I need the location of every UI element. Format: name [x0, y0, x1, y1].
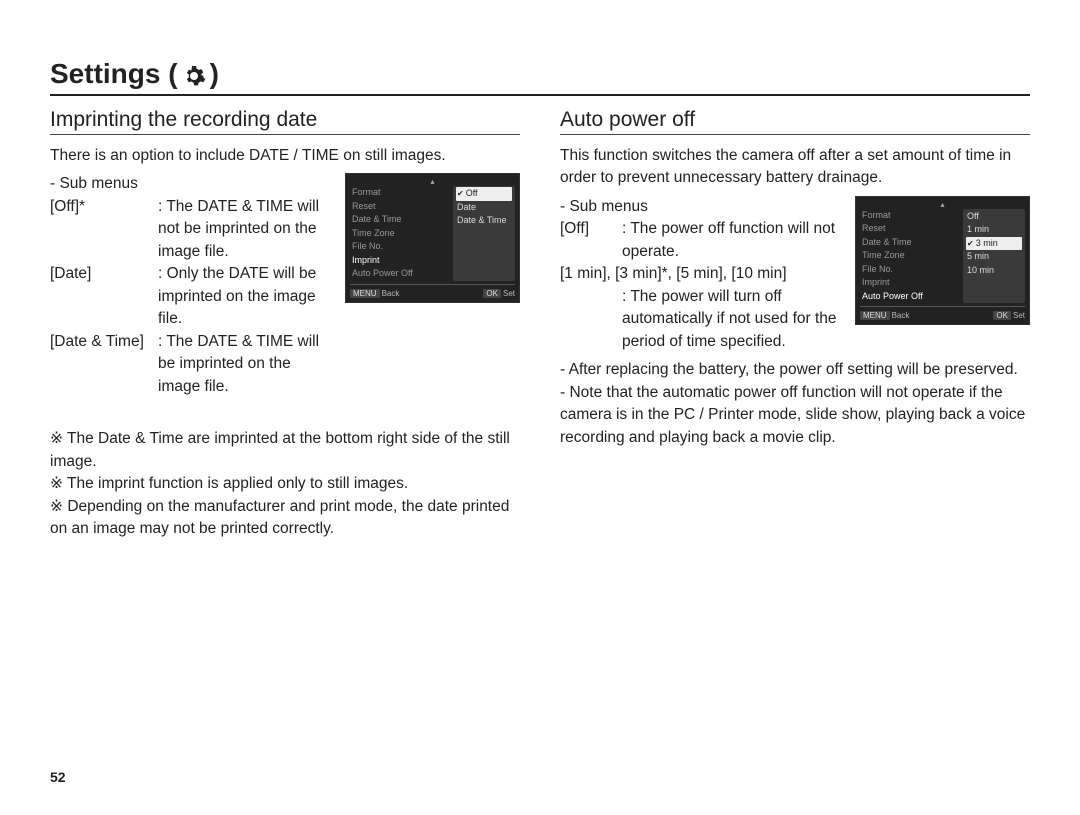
- right-submenus: - Sub menus [Off] : The power off functi…: [560, 196, 845, 353]
- menu-item-selected: Imprint: [350, 254, 449, 268]
- left-submenus: - Sub menus [Off]* : The DATE & TIME wil…: [50, 173, 335, 398]
- autopower-menu-screenshot: ▴ Format Reset Date & Time Time Zone Fil…: [855, 196, 1030, 326]
- menu-item: File No.: [350, 240, 449, 254]
- left-body: There is an option to include DATE / TIM…: [50, 145, 520, 541]
- option: Off: [966, 210, 1022, 224]
- reference-mark-icon: ※: [50, 498, 63, 515]
- list-item: [Date] : Only the DATE will be imprinted…: [50, 263, 335, 330]
- note: - Note that the automatic power off func…: [560, 382, 1030, 449]
- menu-item: Format: [350, 186, 449, 200]
- term: [Off]: [560, 218, 622, 263]
- gear-icon: [182, 58, 206, 90]
- term: [1 min], [3 min]*, [5 min], [10 min]: [560, 263, 845, 285]
- back-label: MENUBack: [860, 310, 909, 322]
- definition: : The DATE & TIME will be imprinted on t…: [158, 331, 335, 398]
- reference-mark-icon: ※: [50, 475, 63, 492]
- right-column: Auto power off This function switches th…: [560, 108, 1030, 541]
- options-panel: Off 1 min 3 min 5 min 10 min: [963, 209, 1025, 304]
- option-selected: 3 min: [966, 237, 1022, 251]
- menu-item: Auto Power Off: [350, 267, 449, 281]
- back-label: MENUBack: [350, 288, 399, 300]
- left-column: Imprinting the recording date There is a…: [50, 108, 520, 541]
- submenus-label: - Sub menus: [50, 173, 335, 195]
- menu-item-selected: Auto Power Off: [860, 290, 959, 304]
- ok-tag: OK: [483, 289, 501, 298]
- options-panel: Off Date Date & Time: [453, 186, 515, 281]
- menu-item: File No.: [860, 263, 959, 277]
- term: [Date]: [50, 263, 158, 330]
- definition: : The power off function will not operat…: [622, 218, 845, 263]
- ok-tag: OK: [993, 311, 1011, 320]
- chevron-up-icon: ▴: [860, 201, 1025, 209]
- imprint-menu-screenshot: ▴ Format Reset Date & Time Time Zone Fil…: [345, 173, 520, 303]
- right-intro: This function switches the camera off af…: [560, 145, 1030, 190]
- menu-item: Time Zone: [860, 249, 959, 263]
- note: ※ The imprint function is applied only t…: [50, 473, 520, 495]
- menu-tag: MENU: [350, 289, 380, 298]
- term: [Off]*: [50, 196, 158, 263]
- note: ※ Depending on the manufacturer and prin…: [50, 496, 520, 541]
- list-item: [Off]* : The DATE & TIME will not be imp…: [50, 196, 335, 263]
- option: Date: [456, 201, 512, 215]
- right-heading: Auto power off: [560, 108, 1030, 132]
- definition: : Only the DATE will be imprinted on the…: [158, 263, 335, 330]
- chevron-up-icon: ▴: [350, 178, 515, 186]
- option-selected: Off: [456, 187, 512, 201]
- right-body: This function switches the camera off af…: [560, 145, 1030, 449]
- left-intro: There is an option to include DATE / TIM…: [50, 145, 520, 167]
- reference-mark-icon: ※: [50, 430, 63, 447]
- note: ※ The Date & Time are imprinted at the b…: [50, 428, 520, 473]
- note: - After replacing the battery, the power…: [560, 359, 1030, 381]
- list-item: [1 min], [3 min]*, [5 min], [10 min] : T…: [560, 263, 845, 353]
- menu-item: Reset: [860, 222, 959, 236]
- title-divider: [50, 94, 1030, 96]
- option: 5 min: [966, 250, 1022, 264]
- left-heading-rule: [50, 134, 520, 135]
- list-item: [Date & Time] : The DATE & TIME will be …: [50, 331, 335, 398]
- term: [Date & Time]: [50, 331, 158, 398]
- option: 10 min: [966, 264, 1022, 278]
- set-label: OKSet: [993, 310, 1025, 322]
- list-item: [Off] : The power off function will not …: [560, 218, 845, 263]
- page-title: Settings ( ): [50, 58, 1030, 90]
- definition: : The DATE & TIME will not be imprinted …: [158, 196, 335, 263]
- option: 1 min: [966, 223, 1022, 237]
- menu-item: Date & Time: [350, 213, 449, 227]
- menu-item: Imprint: [860, 276, 959, 290]
- submenus-label: - Sub menus: [560, 196, 845, 218]
- menu-item: Reset: [350, 200, 449, 214]
- page-number: 52: [50, 769, 66, 785]
- menu-item: Format: [860, 209, 959, 223]
- right-heading-rule: [560, 134, 1030, 135]
- option: Date & Time: [456, 214, 512, 228]
- menu-item: Date & Time: [860, 236, 959, 250]
- left-heading: Imprinting the recording date: [50, 108, 520, 132]
- set-label: OKSet: [483, 288, 515, 300]
- definition: : The power will turn off automatically …: [560, 286, 845, 353]
- page-title-close: ): [210, 58, 219, 90]
- menu-tag: MENU: [860, 311, 890, 320]
- page-title-text: Settings (: [50, 58, 178, 90]
- menu-item: Time Zone: [350, 227, 449, 241]
